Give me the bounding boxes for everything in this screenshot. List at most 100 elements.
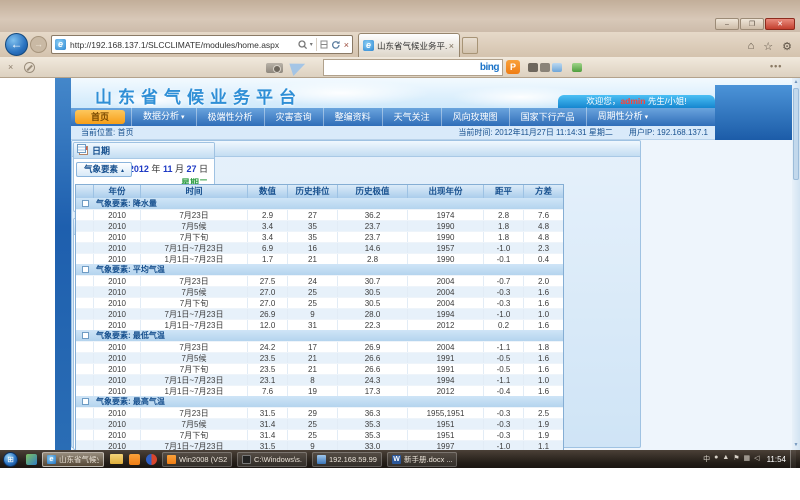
chevron-down-icon: ▾ <box>645 114 649 121</box>
favorites-star-icon[interactable]: ☆ <box>763 40 773 53</box>
toolbar-close-icon[interactable]: × <box>8 62 13 72</box>
scrollbar-thumb[interactable] <box>793 88 799 180</box>
nav-item-数据分析[interactable]: 数据分析▾ <box>131 107 196 127</box>
cell: 25 <box>288 419 338 429</box>
cell: -0.3 <box>484 430 524 440</box>
cell: 9 <box>288 309 338 319</box>
cell: 1.6 <box>524 287 563 297</box>
search-engine-icon[interactable]: P <box>506 60 520 74</box>
cell: 2010 <box>94 298 141 308</box>
settings-gear-icon[interactable]: ⚙ <box>782 40 792 53</box>
toolbar-extension-icon[interactable] <box>552 61 562 74</box>
nav-item-灾害查询[interactable]: 灾害查询 <box>264 108 323 126</box>
nav-item-国家下行产品[interactable]: 国家下行产品 <box>509 108 586 126</box>
action-center-icon[interactable]: ⚑ <box>733 454 739 464</box>
taskbar-clock[interactable]: 11:54 <box>767 455 786 464</box>
cell: 1957 <box>408 243 484 253</box>
scroll-down-arrow[interactable]: ▼ <box>792 441 800 450</box>
taskbar-ie-button[interactable]: e 山东省气候业务平... <box>42 452 104 467</box>
home-icon[interactable]: ⌂ <box>748 40 755 53</box>
show-desktop-button[interactable] <box>790 450 796 468</box>
nav-item-整编资料[interactable]: 整编资料 <box>323 108 382 126</box>
cell: 1.1 <box>524 441 563 448</box>
forward-button[interactable]: → <box>30 36 47 53</box>
start-button[interactable]: ⊞ <box>3 452 18 467</box>
section-header-row[interactable]: 气象要素: 平均气温 <box>76 264 563 275</box>
camera-icon[interactable] <box>266 63 283 73</box>
orange-app-icon[interactable] <box>129 454 140 465</box>
date-segment: 年 <box>149 164 163 174</box>
table-row[interactable]: 20101月1日~7月23日7.61917.32012-0.41.6 <box>76 385 563 396</box>
nav-item-天气关注[interactable]: 天气关注 <box>382 108 441 126</box>
close-button[interactable]: ✕ <box>765 18 795 30</box>
table-row[interactable]: 20107月1日~7月23日6.91614.61957-1.02.3 <box>76 242 563 253</box>
app-tray-icon[interactable]: ● <box>714 454 718 464</box>
taskbar-button[interactable]: 192.168.59.99... <box>312 452 382 467</box>
cell: 2010 <box>94 210 141 220</box>
checkbox[interactable] <box>82 200 89 207</box>
nav-item-风向玫瑰图[interactable]: 风向玫瑰图 <box>441 108 509 126</box>
cell: 2004 <box>408 342 484 352</box>
taskbar-button[interactable]: Win2008 (VS2... <box>162 452 232 467</box>
search-icon[interactable] <box>298 40 307 49</box>
vertical-scrollbar[interactable]: ▲ ▼ <box>792 78 800 450</box>
table-row[interactable]: 20107月5候27.02530.52004-0.31.6 <box>76 286 563 297</box>
table-row[interactable]: 20107月5候23.52126.61991-0.51.6 <box>76 352 563 363</box>
section-header-row[interactable]: 气象要素: 降水量 <box>76 198 563 209</box>
minimize-button[interactable]: – <box>715 18 739 30</box>
language-indicator-icon[interactable]: 中 <box>703 454 710 464</box>
table-row[interactable]: 20107月23日27.52430.72004-0.72.0 <box>76 275 563 286</box>
toolbar-extension-icon[interactable] <box>528 61 550 74</box>
compatibility-icon[interactable] <box>320 40 328 49</box>
address-bar[interactable]: e http://192.168.137.1/SLCCLIMATE/module… <box>51 35 353 54</box>
table-row[interactable]: 20107月5候31.42535.31951-0.31.9 <box>76 418 563 429</box>
nav-item-极端性分析[interactable]: 极端性分析 <box>196 108 264 126</box>
volume-icon[interactable]: ◁ <box>754 454 759 464</box>
table-row[interactable]: 20107月1日~7月23日26.9928.01994-1.01.0 <box>76 308 563 319</box>
section-header-row[interactable]: 气象要素: 最低气温 <box>76 330 563 341</box>
cell: 24 <box>288 276 338 286</box>
refresh-icon[interactable] <box>331 40 341 50</box>
table-row[interactable]: 20107月下旬3.43523.719901.84.8 <box>76 231 563 242</box>
maximize-button[interactable]: ❐ <box>740 18 764 30</box>
toolbar-overflow-icon[interactable]: ••• <box>770 61 782 71</box>
element-selector-button[interactable]: 气象要素▴ <box>76 162 132 177</box>
checkbox[interactable] <box>82 332 89 339</box>
media-player-icon[interactable] <box>146 454 157 465</box>
stop-icon[interactable]: × <box>344 40 349 50</box>
table-row[interactable]: 20107月23日2.92736.219742.87.6 <box>76 209 563 220</box>
checkbox[interactable] <box>82 398 89 405</box>
table-row[interactable]: 20107月23日24.21726.92004-1.11.8 <box>76 341 563 352</box>
back-button[interactable]: ← <box>5 33 28 56</box>
browser-tab[interactable]: e 山东省气候业务平... × <box>358 33 460 57</box>
show-hidden-icons[interactable]: ▲ <box>722 454 729 464</box>
nav-item-首页[interactable]: 首页 <box>75 110 125 124</box>
table-row[interactable]: 20107月下旬31.42535.31951-0.31.9 <box>76 429 563 440</box>
pinned-app-icon[interactable] <box>26 454 37 465</box>
toolbar-search-input[interactable]: bing <box>323 59 503 76</box>
section-header-row[interactable]: 气象要素: 最高气温 <box>76 396 563 407</box>
scroll-up-arrow[interactable]: ▲ <box>792 78 800 87</box>
explorer-folder-icon[interactable] <box>110 454 123 464</box>
toolbar-extension-icon[interactable] <box>572 61 582 74</box>
nav-item-周期性分析[interactable]: 周期性分析▾ <box>586 107 660 127</box>
tab-close-icon[interactable]: × <box>448 41 455 51</box>
table-row[interactable]: 20107月1日~7月23日31.5933.01997-1.01.1 <box>76 440 563 448</box>
new-tab-button[interactable] <box>462 37 478 54</box>
table-row[interactable]: 20101月1日~7月23日12.03122.320120.21.6 <box>76 319 563 330</box>
url-text[interactable]: http://192.168.137.1/SLCCLIMATE/modules/… <box>70 40 298 50</box>
network-icon[interactable]: ▦ <box>744 454 751 464</box>
taskbar-button[interactable]: C:\Windows\s... <box>237 452 307 467</box>
row-spacer-cell <box>76 287 94 297</box>
checkbox[interactable] <box>82 266 89 273</box>
table-row[interactable]: 20107月下旬27.02530.52004-0.31.6 <box>76 297 563 308</box>
nav-items: 首页数据分析▾极端性分析灾害查询整编资料天气关注风向玫瑰图国家下行产品周期性分析… <box>71 108 792 126</box>
cell: 35 <box>288 232 338 242</box>
table-row[interactable]: 20107月5候3.43523.719901.84.8 <box>76 220 563 231</box>
table-row[interactable]: 20107月23日31.52936.31955,1951-0.32.5 <box>76 407 563 418</box>
table-row[interactable]: 20107月1日~7月23日23.1824.31994-1.11.0 <box>76 374 563 385</box>
table-row[interactable]: 20107月下旬23.52126.61991-0.51.6 <box>76 363 563 374</box>
taskbar-button[interactable]: W新手册.docx ... <box>387 452 457 467</box>
chevron-down-icon[interactable]: ▾ <box>310 41 313 48</box>
table-row[interactable]: 20101月1日~7月23日1.7212.81990-0.10.4 <box>76 253 563 264</box>
